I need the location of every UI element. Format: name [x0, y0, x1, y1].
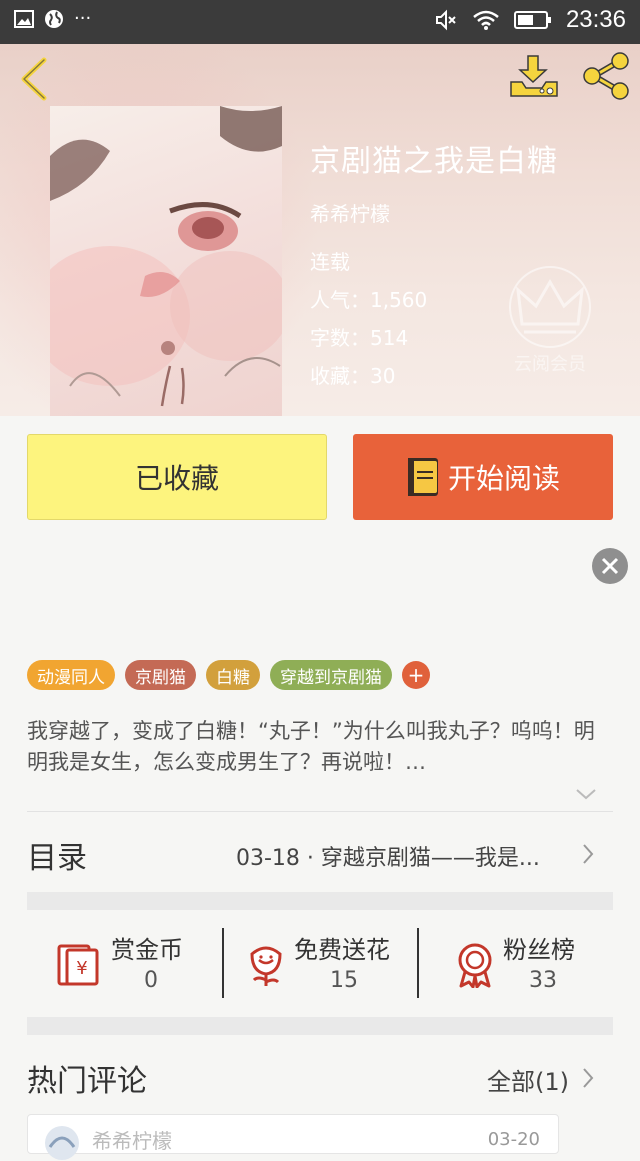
download-button[interactable] — [508, 52, 560, 100]
close-icon — [601, 557, 619, 575]
book-cover[interactable] — [50, 106, 282, 416]
tag-item[interactable]: 白糖 — [206, 660, 260, 690]
comment-card[interactable]: 希希柠檬 03-20 — [27, 1114, 559, 1160]
serial-status: 连载 — [310, 250, 350, 274]
free-flower-stat[interactable]: 免费送花 15 — [224, 918, 417, 1008]
stats-row: ¥ 赏金币 0 免费送花 15 粉丝榜 33 — [27, 918, 613, 1008]
wifi-icon — [473, 10, 499, 30]
watermark-text: 云阅会员 — [514, 354, 586, 375]
red-envelope-icon: ¥ — [57, 944, 99, 986]
tag-item[interactable]: 动漫同人 — [27, 660, 115, 690]
collected-button[interactable]: 已收藏 — [27, 434, 327, 520]
crown-icon — [509, 266, 591, 348]
globe-icon — [45, 9, 63, 28]
fan-ranking-stat[interactable]: 粉丝榜 33 — [419, 918, 613, 1008]
reward-coins-stat[interactable]: ¥ 赏金币 0 — [27, 918, 222, 1008]
hot-comments-title: 热门评论 — [27, 1064, 147, 1099]
divider — [27, 811, 613, 812]
medal-icon — [458, 943, 492, 988]
tag-item[interactable]: 京剧猫 — [125, 660, 196, 690]
vip-watermark: 云阅会员 — [500, 262, 600, 392]
word-count: 字数：514 — [310, 326, 409, 350]
section-separator — [27, 1017, 613, 1035]
all-comments-link[interactable]: 全部(1) — [487, 1062, 569, 1097]
add-tag-button[interactable]: + — [402, 661, 430, 689]
svg-text:¥: ¥ — [76, 958, 87, 979]
chevron-right-icon[interactable] — [580, 1066, 596, 1090]
mute-icon — [435, 9, 456, 31]
image-icon — [14, 9, 34, 28]
author-name[interactable]: 希希柠檬 — [310, 198, 390, 227]
stat-value: 33 — [529, 968, 557, 993]
close-button[interactable] — [592, 548, 628, 584]
collected-label: 已收藏 — [134, 462, 219, 495]
stat-label: 粉丝榜 — [503, 936, 575, 964]
status-bar: ··· 23:36 — [0, 0, 640, 44]
cover-illustration — [50, 106, 282, 407]
comment-time: 03-20 — [487, 1129, 540, 1150]
back-button[interactable] — [14, 56, 54, 102]
toc-label[interactable]: 目录 — [27, 833, 87, 877]
chevron-down-icon[interactable] — [574, 786, 598, 802]
favorite-count: 收藏：30 — [310, 364, 396, 388]
notification-dots: ··· — [74, 8, 92, 29]
book-description[interactable]: 我穿越了，变成了白糖！“丸子！”为什么叫我丸子？呜呜！明明我是女生，怎么变成男生… — [27, 716, 607, 778]
book-icon — [407, 458, 438, 496]
chevron-right-icon[interactable] — [580, 842, 596, 866]
tag-list: 动漫同人 京剧猫 白糖 穿越到京剧猫 + — [27, 660, 430, 690]
battery-icon — [513, 11, 551, 29]
section-separator — [27, 892, 613, 910]
avatar — [45, 1126, 79, 1160]
share-button[interactable] — [580, 50, 632, 102]
stat-value: 15 — [330, 968, 358, 993]
latest-chapter[interactable]: 03-18 · 穿越京剧猫——我是... — [236, 840, 540, 872]
start-reading-button[interactable]: 开始阅读 — [353, 434, 613, 520]
stat-label: 赏金币 — [111, 936, 183, 964]
clock: 23:36 — [565, 6, 626, 33]
stat-value: 0 — [144, 968, 158, 993]
tag-item[interactable]: 穿越到京剧猫 — [270, 660, 392, 690]
commenter-name[interactable]: 希希柠檬 — [92, 1125, 172, 1154]
flower-icon — [250, 946, 282, 986]
book-title: 京剧猫之我是白糖 — [310, 144, 558, 179]
popularity-count: 人气：1,560 — [310, 288, 428, 312]
start-reading-label: 开始阅读 — [447, 462, 560, 495]
stat-label: 免费送花 — [294, 936, 390, 964]
